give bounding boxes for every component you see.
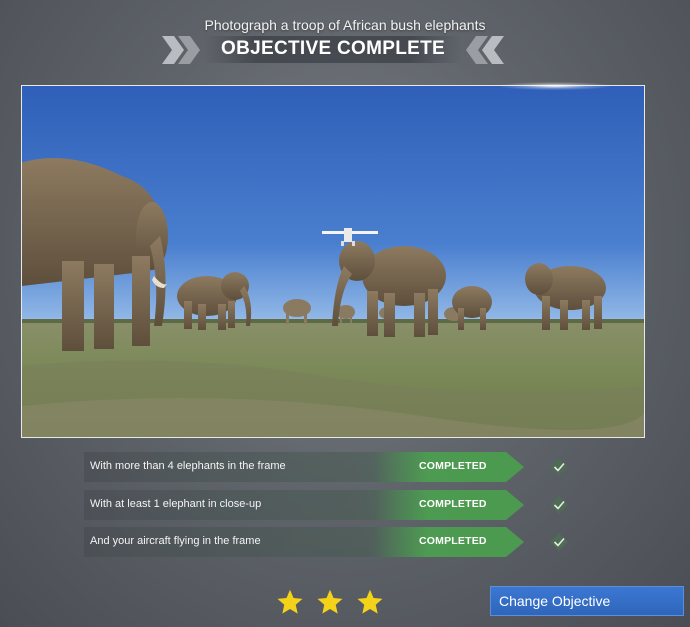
objective-status: COMPLETED <box>419 460 487 472</box>
star-icon <box>317 589 343 614</box>
elephant-photo-illustration <box>22 158 644 437</box>
objective-title: OBJECTIVE COMPLETE <box>221 38 445 59</box>
star-rating <box>274 588 394 616</box>
change-objective-button[interactable]: Change Objective <box>490 586 684 616</box>
objective-status: COMPLETED <box>419 535 487 547</box>
objective-row-2: With at least 1 elephant in close-up COM… <box>84 490 576 520</box>
lens-glare <box>500 82 610 90</box>
captured-photo <box>21 85 645 438</box>
objective-subtitle: Photograph a troop of African bush eleph… <box>204 17 486 33</box>
objective-label: With at least 1 elephant in close-up <box>90 498 262 510</box>
objective-label: And your aircraft flying in the frame <box>90 535 261 547</box>
checkmark-diamond-icon <box>550 458 568 476</box>
star-icon <box>277 589 303 614</box>
objective-status: COMPLETED <box>419 498 487 510</box>
checkmark-diamond-icon <box>550 533 568 551</box>
objective-row-3: And your aircraft flying in the frame CO… <box>84 527 576 557</box>
chevron-left-icon <box>466 36 504 64</box>
objective-banner: OBJECTIVE COMPLETE <box>162 34 504 65</box>
objective-label: With more than 4 elephants in the frame <box>90 460 286 472</box>
star-icon <box>357 589 383 614</box>
objective-row-1: With more than 4 elephants in the frame … <box>84 452 576 482</box>
checkmark-diamond-icon <box>550 496 568 514</box>
